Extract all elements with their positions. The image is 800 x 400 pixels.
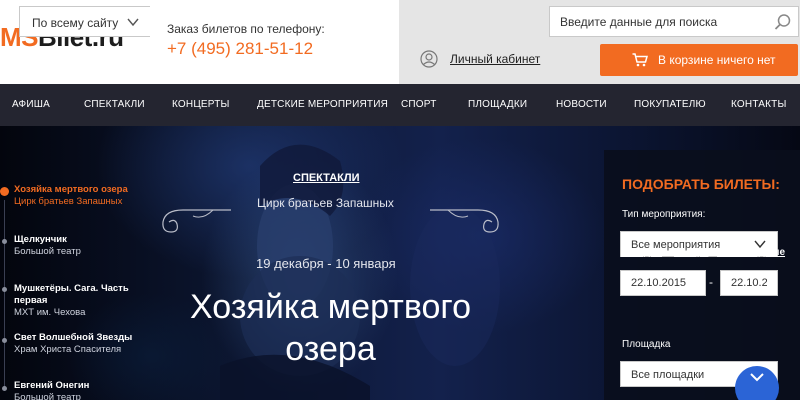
nav-item-customers[interactable]: ПОКУПАТЕЛЮ xyxy=(634,99,706,110)
phone-block: Заказ билетов по телефону: +7 (495) 281-… xyxy=(167,22,325,59)
phone-number[interactable]: +7 (495) 281-51-12 xyxy=(167,39,325,59)
event-venue: Большой театр xyxy=(14,392,81,400)
quick-today-link[interactable]: Сегодня xyxy=(621,247,662,258)
user-icon xyxy=(420,50,438,68)
search-scope-value: По всему сайту xyxy=(32,16,119,30)
cart-icon xyxy=(632,53,648,67)
date-from-input[interactable] xyxy=(620,270,706,296)
event-bullet xyxy=(2,239,7,244)
hero-banner: Хозяйка мертвого озера Цирк братьев Запа… xyxy=(0,126,800,400)
chevron-down-icon xyxy=(127,18,139,27)
finder-title: ПОДОБРАТЬ БИЛЕТЫ: xyxy=(622,176,780,192)
active-event-bullet xyxy=(0,187,9,196)
event-title: Щелкунчик xyxy=(14,234,67,245)
event-bullet xyxy=(2,287,7,292)
event-title: Свет Волшебной Звезды xyxy=(14,332,133,343)
event-bullet xyxy=(2,338,7,343)
hero-title[interactable]: Хозяйка мертвого озера xyxy=(158,286,503,370)
event-venue: Храм Христа Спасителя xyxy=(14,344,122,355)
nav-item-kids[interactable]: ДЕТСКИЕ МЕРОПРИЯТИЯ xyxy=(257,99,388,110)
event-title: Евгений Онегин xyxy=(14,380,90,391)
event-title: Хозяйка мертвого озера xyxy=(14,184,128,195)
event-item-active[interactable]: Хозяйка мертвого озера Цирк братьев Запа… xyxy=(14,184,139,208)
venue-label: Площадка xyxy=(622,339,671,350)
nav-item-news[interactable]: НОВОСТИ xyxy=(556,99,607,110)
nav-item-contacts[interactable]: КОНТАКТЫ xyxy=(731,99,787,110)
chevron-down-icon xyxy=(750,373,764,382)
search-input[interactable] xyxy=(549,6,799,37)
date-to-input[interactable] xyxy=(720,270,778,296)
event-item[interactable]: Свет Волшебной Звезды Храм Христа Спасит… xyxy=(14,332,139,356)
search-icon[interactable] xyxy=(774,13,792,31)
phone-caption: Заказ билетов по телефону: xyxy=(167,22,325,36)
hero-venue: Цирк братьев Запашных xyxy=(257,196,394,210)
nav-item-afisha[interactable]: АФИША xyxy=(12,99,50,110)
nav-item-sport[interactable]: СПОРТ xyxy=(401,99,437,110)
cart-button[interactable]: В корзине ничего нет xyxy=(600,44,798,76)
event-type-label: Тип мероприятия: xyxy=(622,209,706,220)
venue-value: Все площадки xyxy=(631,369,705,381)
timeline-line xyxy=(4,200,5,390)
hero-dates: 19 декабря - 10 января xyxy=(256,256,396,271)
event-item[interactable]: Щелкунчик Большой театр xyxy=(14,234,139,258)
event-venue: МХТ им. Чехова xyxy=(14,307,86,318)
event-venue: Цирк братьев Запашных xyxy=(14,196,123,207)
ornament-right-icon xyxy=(430,209,499,233)
quick-tomorrow-link[interactable]: Завтра xyxy=(674,247,708,258)
nav-item-plays[interactable]: СПЕКТАКЛИ xyxy=(84,99,145,110)
event-item[interactable]: Евгений Онегин Большой театр xyxy=(14,380,139,400)
date-separator: - xyxy=(709,275,713,289)
quick-weekend-link[interactable]: На выходные xyxy=(717,247,785,258)
ornament-left-icon xyxy=(162,209,231,233)
event-bullet xyxy=(2,386,7,391)
event-item[interactable]: Мушкетёры. Сага. Часть первая МХТ им. Че… xyxy=(14,283,139,319)
main-nav: АФИША СПЕКТАКЛИ КОНЦЕРТЫ ДЕТСКИЕ МЕРОПРИ… xyxy=(0,84,800,126)
cart-label: В корзине ничего нет xyxy=(658,53,776,67)
nav-item-concerts[interactable]: КОНЦЕРТЫ xyxy=(172,99,230,110)
cabinet-link[interactable]: Личный кабинет xyxy=(420,50,540,68)
search-scope-select[interactable]: По всему сайту xyxy=(19,6,150,37)
nav-item-venues[interactable]: ПЛОЩАДКИ xyxy=(468,99,527,110)
hero-category-link[interactable]: СПЕКТАКЛИ xyxy=(293,172,359,184)
site-header: MSBilet.ru Заказ билетов по телефону: +7… xyxy=(0,0,800,84)
event-venue: Большой театр xyxy=(14,246,81,257)
cabinet-label: Личный кабинет xyxy=(450,52,541,66)
event-title: Мушкетёры. Сага. Часть первая xyxy=(14,283,129,306)
